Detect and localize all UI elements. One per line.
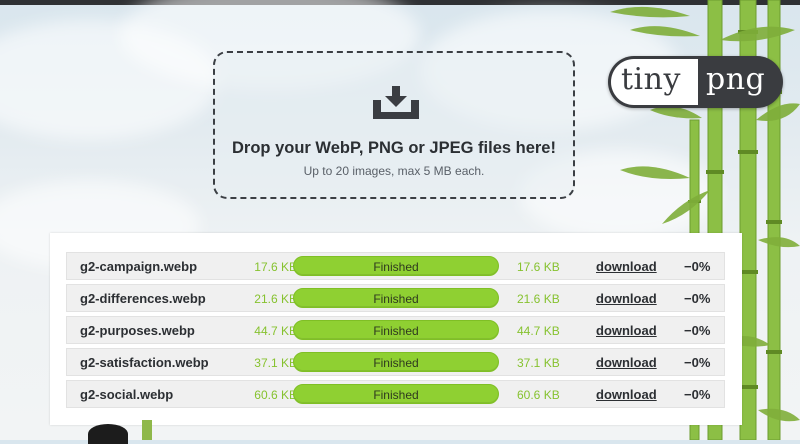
result-row: g2-campaign.webp 17.6 KB Finished 17.6 K…: [66, 252, 725, 280]
file-name: g2-satisfaction.webp: [80, 355, 209, 370]
download-link[interactable]: download: [596, 259, 657, 274]
download-tray-icon: [373, 86, 419, 119]
original-size: 37.1 KB: [254, 356, 297, 370]
result-row: g2-satisfaction.webp 37.1 KB Finished 37…: [66, 348, 725, 376]
original-size: 21.6 KB: [254, 292, 297, 306]
tinypng-logo[interactable]: tiny png: [608, 56, 783, 108]
progress-status: Finished: [373, 388, 419, 402]
result-row: g2-social.webp 60.6 KB Finished 60.6 KB …: [66, 380, 725, 408]
progress-bar: Finished: [293, 384, 499, 404]
saving-percent: −0%: [684, 259, 711, 274]
progress-status: Finished: [373, 292, 419, 306]
progress-status: Finished: [373, 324, 419, 338]
progress-bar: Finished: [293, 256, 499, 276]
download-link[interactable]: download: [596, 291, 657, 306]
progress-bar: Finished: [293, 352, 499, 372]
panda-mascot-partial: [88, 424, 128, 444]
compressed-size: 37.1 KB: [517, 356, 560, 370]
saving-percent: −0%: [684, 291, 711, 306]
saving-percent: −0%: [684, 323, 711, 338]
drop-zone-subtitle: Up to 20 images, max 5 MB each.: [303, 164, 485, 178]
file-name: g2-purposes.webp: [80, 323, 195, 338]
progress-bar: Finished: [293, 320, 499, 340]
download-link[interactable]: download: [596, 355, 657, 370]
results-panel: g2-campaign.webp 17.6 KB Finished 17.6 K…: [50, 233, 742, 425]
file-name: g2-differences.webp: [80, 291, 206, 306]
compressed-size: 44.7 KB: [517, 324, 560, 338]
progress-bar: Finished: [293, 288, 499, 308]
file-name: g2-campaign.webp: [80, 259, 198, 274]
drop-zone-title: Drop your WebP, PNG or JPEG files here!: [232, 139, 556, 157]
download-link[interactable]: download: [596, 323, 657, 338]
original-size: 60.6 KB: [254, 388, 297, 402]
result-row: g2-differences.webp 21.6 KB Finished 21.…: [66, 284, 725, 312]
compressed-size: 21.6 KB: [517, 292, 560, 306]
download-link[interactable]: download: [596, 387, 657, 402]
compressed-size: 17.6 KB: [517, 260, 560, 274]
saving-percent: −0%: [684, 387, 711, 402]
file-drop-zone[interactable]: Drop your WebP, PNG or JPEG files here! …: [213, 51, 575, 199]
saving-percent: −0%: [684, 355, 711, 370]
bamboo-stalk-partial: [142, 420, 152, 440]
file-name: g2-social.webp: [80, 387, 174, 402]
progress-status: Finished: [373, 356, 419, 370]
original-size: 44.7 KB: [254, 324, 297, 338]
logo-word-png: png: [706, 62, 766, 97]
compressed-size: 60.6 KB: [517, 388, 560, 402]
logo-word-tiny: tiny: [621, 62, 681, 97]
result-row: g2-purposes.webp 44.7 KB Finished 44.7 K…: [66, 316, 725, 344]
progress-status: Finished: [373, 260, 419, 274]
original-size: 17.6 KB: [254, 260, 297, 274]
